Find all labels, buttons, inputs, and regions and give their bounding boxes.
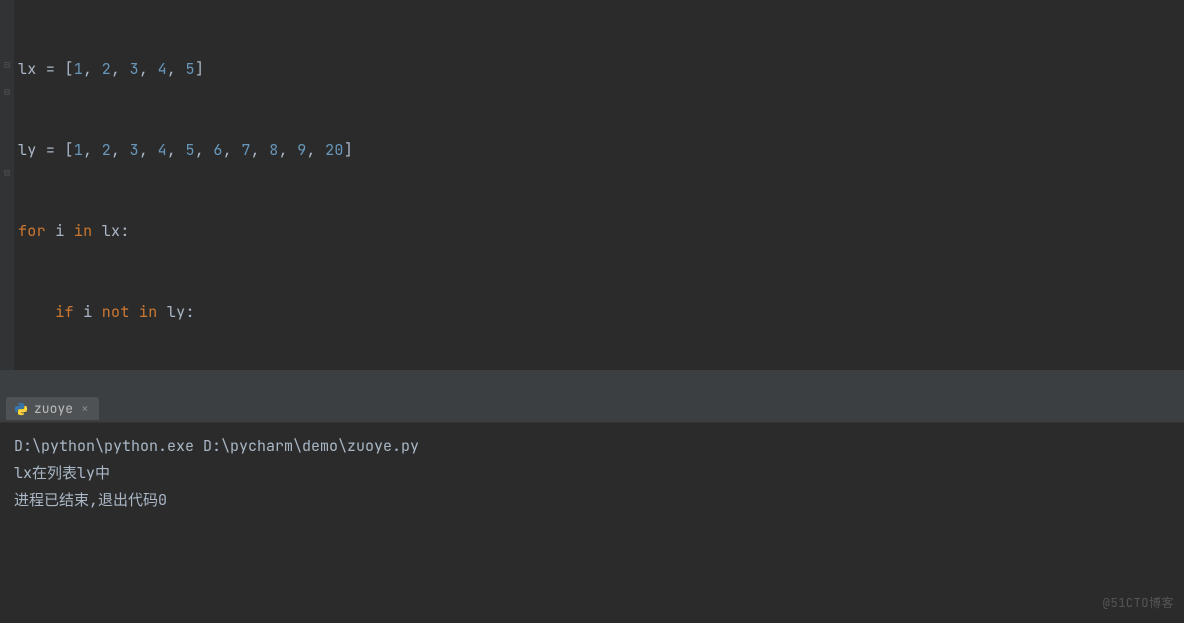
fold-marker-icon[interactable]: ⊟ <box>2 87 12 97</box>
python-icon <box>14 402 28 416</box>
number: 2 <box>102 59 111 79</box>
number: 5 <box>186 59 195 79</box>
code-line[interactable]: lx = [1, 2, 3, 4, 5] <box>18 56 1184 83</box>
number: 4 <box>158 140 167 160</box>
keyword: for <box>18 221 46 241</box>
number: 4 <box>158 59 167 79</box>
identifier: i <box>74 302 102 322</box>
punct: ] <box>195 59 204 79</box>
identifier: lx <box>18 59 37 79</box>
code-line[interactable]: if i not in ly: <box>18 299 1184 326</box>
keyword: if <box>55 302 74 322</box>
number: 1 <box>74 140 83 160</box>
keyword: not in <box>102 302 158 322</box>
number: 8 <box>269 140 278 160</box>
console-pane[interactable]: D:\python\python.exe D:\pycharm\demo\zuo… <box>0 423 1184 623</box>
pane-separator[interactable] <box>0 370 1184 395</box>
code-area[interactable]: lx = [1, 2, 3, 4, 5] ly = [1, 2, 3, 4, 5… <box>0 0 1184 370</box>
identifier: ly <box>18 140 37 160</box>
editor-pane[interactable]: ⊟ ⊟ ⊟ lx = [1, 2, 3, 4, 5] ly = [1, 2, 3… <box>0 0 1184 370</box>
keyword: in <box>74 221 93 241</box>
punct: = [ <box>37 140 74 160</box>
indent <box>18 302 55 322</box>
number: 2 <box>102 140 111 160</box>
number: 6 <box>213 140 222 160</box>
gutter: ⊟ ⊟ ⊟ <box>0 0 14 370</box>
number: 3 <box>130 59 139 79</box>
number: 5 <box>186 140 195 160</box>
identifier: lx <box>92 221 120 241</box>
code-line[interactable]: ly = [1, 2, 3, 4, 5, 6, 7, 8, 9, 20] <box>18 137 1184 164</box>
console-line: lx在列表ly中 <box>14 460 1170 487</box>
punct: : <box>120 221 129 241</box>
run-tab[interactable]: zuoye × <box>6 397 99 420</box>
code-line[interactable]: for i in lx: <box>18 218 1184 245</box>
run-tab-bar: zuoye × <box>0 395 1184 423</box>
number: 20 <box>325 140 344 160</box>
console-line: D:\python\python.exe D:\pycharm\demo\zuo… <box>14 433 1170 460</box>
close-icon[interactable]: × <box>79 400 91 417</box>
number: 3 <box>130 140 139 160</box>
identifier: ly <box>158 302 186 322</box>
punct: : <box>185 302 194 322</box>
console-line: 进程已结束,退出代码0 <box>14 487 1170 514</box>
number: 1 <box>74 59 83 79</box>
run-tab-label: zuoye <box>34 400 73 417</box>
punct: = [ <box>37 59 74 79</box>
punct: ] <box>344 140 353 160</box>
number: 7 <box>241 140 250 160</box>
number: 9 <box>297 140 306 160</box>
fold-marker-icon[interactable]: ⊟ <box>2 168 12 178</box>
watermark: @51CTO博客 <box>1103 590 1174 617</box>
fold-marker-icon[interactable]: ⊟ <box>2 60 12 70</box>
identifier: i <box>46 221 74 241</box>
